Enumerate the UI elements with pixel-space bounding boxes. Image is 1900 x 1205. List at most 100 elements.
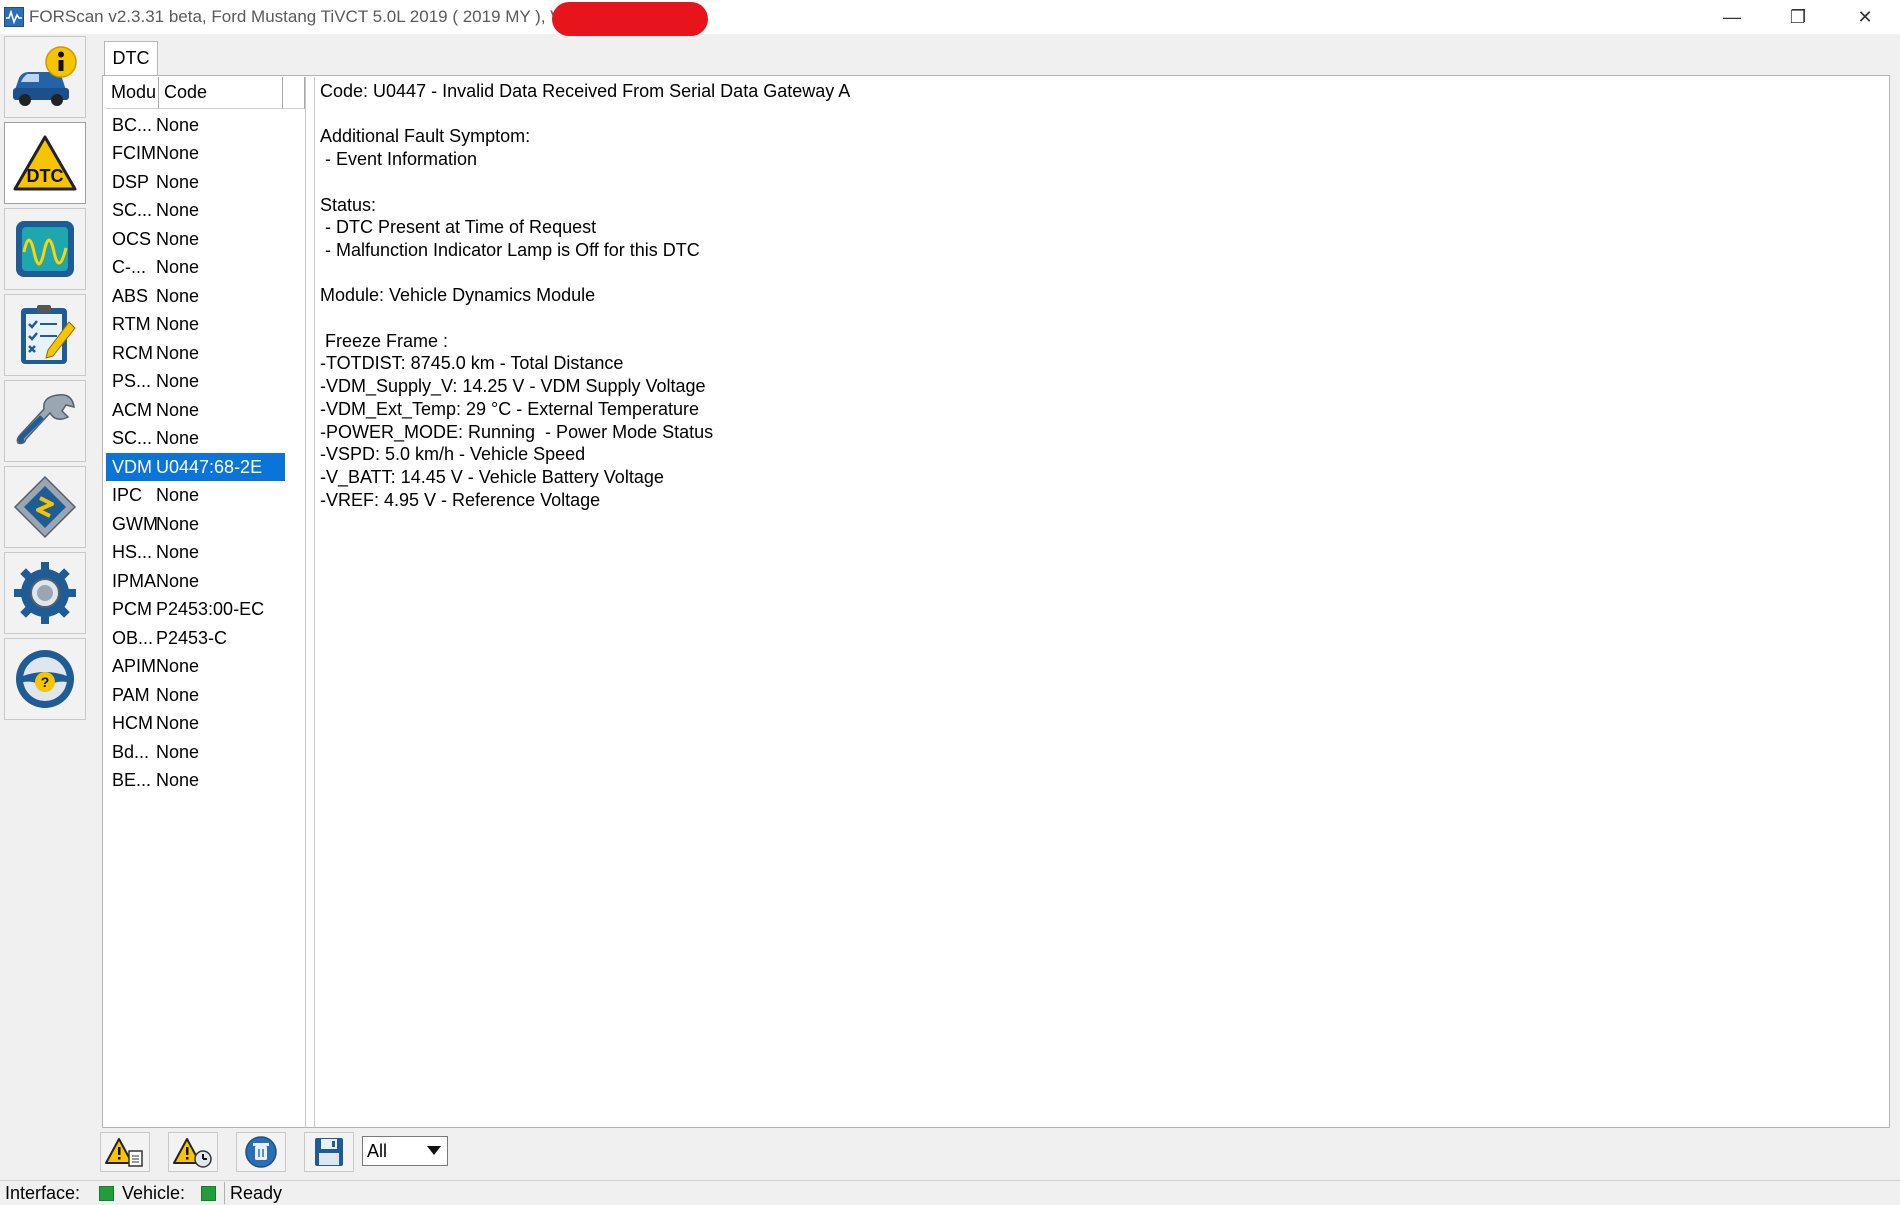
help-steering-icon: ? — [16, 650, 74, 708]
nav-vehicle-info-button[interactable] — [4, 36, 86, 118]
table-row[interactable]: BC... None — [106, 111, 285, 139]
read-dtc-icon — [105, 1138, 143, 1167]
table-row[interactable]: PS... None — [106, 368, 285, 396]
table-row[interactable]: ACM None — [106, 396, 285, 424]
detail-line: -V_BATT: 14.45 V - Vehicle Battery Volta… — [320, 466, 664, 487]
dtc-code: None — [156, 114, 200, 135]
table-row[interactable]: RTM None — [106, 311, 285, 339]
table-row[interactable]: FCIM None — [106, 140, 285, 168]
detail-line: -TOTDIST: 8745.0 km - Total Distance — [320, 353, 624, 374]
tab-dtc[interactable]: DTC — [104, 41, 158, 75]
module-name: GWM — [112, 513, 158, 534]
table-row[interactable]: OCS None — [106, 225, 285, 253]
table-row[interactable]: BE... None — [106, 767, 285, 795]
detail-line: -VREF: 4.95 V - Reference Voltage — [320, 489, 601, 510]
table-row[interactable]: HCM None — [106, 710, 285, 738]
dtc-code: None — [156, 542, 200, 562]
chevron-down-icon[interactable] — [423, 1139, 445, 1163]
close-button[interactable]: ✕ — [1832, 0, 1898, 34]
detail-line: Code: U0447 - Invalid Data Received From… — [320, 81, 851, 101]
dtc-code: None — [156, 200, 200, 220]
module-name: IPMA — [112, 570, 157, 591]
bottom-toolbar: All — [100, 1130, 1890, 1176]
dtc-code: None — [156, 570, 200, 591]
table-row[interactable]: RCM None — [106, 339, 285, 367]
table-row[interactable]: HS... None — [106, 539, 285, 567]
table-row[interactable]: IPMA None — [106, 567, 285, 595]
table-row[interactable]: ABS None — [106, 282, 285, 310]
table-row[interactable]: IPC None — [106, 482, 285, 510]
nav-settings-button[interactable] — [4, 552, 86, 634]
module-name: IPC — [112, 485, 143, 505]
nav-dtc-button[interactable]: DTC — [4, 122, 86, 204]
detail-line: -VDM_Ext_Temp: 29 °C - External Temperat… — [320, 398, 700, 419]
dtc-code: None — [156, 741, 200, 762]
app-icon — [4, 7, 24, 27]
detail-line: Freeze Frame : — [320, 330, 449, 351]
clear-dtc-icon — [173, 1138, 212, 1168]
restore-button[interactable]: ❐ — [1765, 0, 1831, 34]
column-header-code[interactable]: Code — [159, 77, 283, 109]
checklist-icon — [21, 305, 76, 364]
dtc-code: None — [156, 228, 200, 249]
nav-help-button[interactable]: ? — [4, 638, 86, 720]
dtc-code: None — [156, 285, 200, 306]
read-dtc-button[interactable] — [100, 1132, 150, 1172]
dtc-code: None — [156, 485, 200, 505]
table-row[interactable]: DSP None — [106, 168, 285, 196]
gear-icon — [14, 562, 76, 624]
delete-icon — [245, 1136, 277, 1168]
column-header-filler — [283, 77, 305, 109]
svg-text:DTC: DTC — [27, 166, 64, 186]
clear-dtc-button[interactable] — [168, 1132, 218, 1172]
table-row[interactable]: C-... None — [106, 254, 285, 282]
save-icon — [315, 1138, 343, 1166]
dtc-detail-panel: Code: U0447 - Invalid Data Received From… — [314, 77, 1884, 1127]
module-name: RCM — [112, 342, 153, 363]
dtc-code: None — [156, 684, 200, 705]
nav-tests-button[interactable] — [4, 294, 86, 376]
module-name: SC... — [112, 428, 153, 448]
module-name: OB... — [112, 627, 154, 648]
module-name: Bd... — [112, 741, 150, 762]
filter-select-value: All — [367, 1140, 388, 1161]
module-name: APIM — [112, 656, 157, 676]
status-bar: Interface: Vehicle: Ready — [0, 1180, 1900, 1205]
delete-button[interactable] — [236, 1132, 286, 1172]
table-row[interactable]: SC... None — [106, 197, 285, 225]
table-row[interactable]: Bd... None — [106, 738, 285, 766]
module-name: RTM — [112, 314, 151, 334]
dtc-code: None — [156, 428, 200, 448]
nav-configuration-button[interactable] — [4, 466, 86, 548]
table-row-selected[interactable]: VDM U0447:68-2E — [106, 453, 285, 481]
left-toolbar: DTC ? — [0, 34, 88, 1178]
table-row[interactable]: APIM None — [106, 653, 285, 681]
minimize-button[interactable]: — — [1699, 0, 1765, 34]
detail-line: - DTC Present at Time of Request — [320, 217, 597, 238]
dtc-code: None — [156, 171, 200, 192]
column-header-module[interactable]: Modu — [106, 77, 159, 109]
module-name: BE... — [112, 770, 152, 790]
dtc-code: P2453-C — [156, 627, 228, 648]
table-row[interactable]: SC... None — [106, 425, 285, 453]
interface-label: Interface: — [5, 1183, 81, 1203]
oscilloscope-icon — [16, 221, 74, 277]
module-name: ACM — [112, 399, 152, 420]
status-separator — [224, 1182, 225, 1204]
nav-oscilloscope-button[interactable] — [4, 208, 86, 290]
dtc-code: None — [156, 371, 200, 391]
nav-service-button[interactable] — [4, 380, 86, 462]
table-row[interactable]: PAM None — [106, 681, 285, 709]
table-row[interactable]: GWM None — [106, 510, 285, 538]
filter-select[interactable]: All — [362, 1136, 448, 1166]
svg-text:?: ? — [41, 674, 50, 690]
dtc-code: None — [156, 513, 200, 534]
module-name: FCIM — [112, 143, 156, 163]
module-name: HS... — [112, 542, 153, 562]
table-row[interactable]: OB... P2453-C — [106, 624, 285, 652]
table-row[interactable]: PCM P2453:00-EC — [106, 596, 285, 624]
save-button[interactable] — [304, 1132, 354, 1172]
vehicle-status-indicator — [201, 1186, 216, 1201]
redaction-mark — [552, 2, 708, 36]
detail-line: -VDM_Supply_V: 14.25 V - VDM Supply Volt… — [320, 376, 706, 397]
